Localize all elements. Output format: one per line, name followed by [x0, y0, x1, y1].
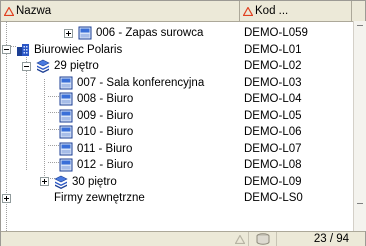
item-code: DEMO-L04 — [244, 93, 302, 106]
tree-row-name: Firmy zewnętrzne — [2, 190, 145, 207]
tree-row-name: 008 - Biuro — [59, 91, 133, 108]
room-icon — [59, 109, 73, 123]
vertical-scrollbar[interactable] — [353, 21, 366, 231]
room-icon — [59, 158, 73, 172]
item-label: 008 - Biuro — [77, 93, 134, 106]
tree-row-name: 007 - Sala konferencyjna — [59, 75, 204, 92]
item-code: DEMO-L01 — [244, 43, 302, 56]
item-label: 010 - Biuro — [77, 126, 134, 139]
expand-toggle[interactable] — [64, 28, 73, 38]
item-label: 009 - Biuro — [77, 109, 134, 122]
floor-stack-icon — [54, 175, 68, 189]
tree-row-name: 006 - Zapas surowca — [64, 25, 203, 42]
scroll-tick — [357, 203, 363, 204]
tree-list: 006 - Zapas surowca DEMO-L059 Biurowiec … — [1, 21, 353, 233]
item-label: 007 - Sala konferencyjna — [77, 76, 205, 89]
tree-row[interactable]: 009 - Biuro DEMO-L05 — [1, 108, 353, 125]
status-sort-segment — [231, 232, 249, 246]
tree-row-name: Biurowiec Polaris — [2, 42, 122, 59]
column-header-nazwa[interactable]: Nazwa — [1, 1, 240, 21]
box-icon — [78, 26, 92, 40]
item-label: 29 piętro — [54, 60, 99, 73]
item-code: DEMO-L07 — [244, 142, 302, 155]
sort-ascending-icon — [4, 6, 14, 16]
database-icon — [256, 233, 269, 245]
tree-row[interactable]: 006 - Zapas surowca DEMO-L059 — [1, 25, 353, 42]
status-bar: 23 / 94 — [1, 231, 365, 246]
room-icon — [59, 142, 73, 156]
tree-row[interactable]: 008 - Biuro DEMO-L04 — [1, 91, 353, 108]
tree-row[interactable]: Firmy zewnętrzne DEMO-LS0 — [1, 190, 353, 207]
room-icon — [59, 125, 73, 139]
building-icon — [17, 43, 29, 56]
room-icon — [59, 76, 73, 90]
location-tree-window: Nazwa Kod ... 006 - Zapas surowca DEMO-L… — [0, 0, 366, 246]
room-icon — [59, 92, 73, 106]
item-code: DEMO-L059 — [244, 27, 308, 40]
tree-row-name: 010 - Biuro — [59, 124, 133, 141]
item-code: DEMO-L09 — [244, 175, 302, 188]
item-label: Firmy zewnętrzne — [54, 192, 145, 205]
column-label-kod: Kod ... — [255, 5, 289, 17]
collapse-toggle[interactable] — [2, 45, 11, 55]
item-label: 011 - Biuro — [77, 142, 133, 155]
item-code: DEMO-LS0 — [244, 192, 303, 205]
tree-row[interactable]: 012 - Biuro DEMO-L08 — [1, 157, 353, 174]
sort-indicator-icon — [243, 6, 253, 16]
item-code: DEMO-L08 — [244, 159, 302, 172]
column-header-kod[interactable]: Kod ... — [240, 1, 352, 21]
tree-row-name: 30 piętro — [40, 174, 117, 191]
column-header-extra[interactable] — [352, 1, 365, 21]
tree-row[interactable]: 010 - Biuro DEMO-L06 — [1, 124, 353, 141]
status-cache-segment[interactable] — [249, 232, 277, 246]
record-count: 23 / 94 — [313, 233, 349, 245]
item-label: 012 - Biuro — [77, 159, 134, 172]
item-label: Biurowiec Polaris — [34, 43, 123, 56]
tree-row[interactable]: Biurowiec Polaris DEMO-L01 — [1, 42, 353, 59]
sort-indicator-icon — [234, 234, 245, 244]
column-label-nazwa: Nazwa — [16, 5, 52, 17]
tree-row-name: 009 - Biuro — [59, 108, 133, 125]
item-code: DEMO-L02 — [244, 60, 302, 73]
tree-row-name: 012 - Biuro — [59, 157, 133, 174]
tree-row[interactable]: 29 piętro DEMO-L02 — [1, 58, 353, 75]
tree-row[interactable]: 011 - Biuro DEMO-L07 — [1, 141, 353, 158]
collapse-toggle[interactable] — [22, 61, 31, 71]
expand-toggle[interactable] — [2, 193, 11, 203]
item-code: DEMO-L06 — [244, 126, 302, 139]
expand-toggle[interactable] — [40, 177, 49, 187]
column-header: Nazwa Kod ... — [1, 1, 365, 22]
item-code: DEMO-L03 — [244, 76, 302, 89]
scroll-tick — [357, 25, 363, 26]
item-code: DEMO-L05 — [244, 109, 302, 122]
item-label: 006 - Zapas surowca — [96, 27, 204, 40]
floor-stack-icon — [36, 59, 50, 74]
tree-row-name: 29 piętro — [22, 58, 99, 75]
tree-row[interactable]: 007 - Sala konferencyjna DEMO-L03 — [1, 75, 353, 92]
tree-row-name: 011 - Biuro — [59, 141, 132, 158]
item-label: 30 piętro — [72, 175, 117, 188]
tree-row[interactable]: 30 piętro DEMO-L09 — [1, 174, 353, 191]
